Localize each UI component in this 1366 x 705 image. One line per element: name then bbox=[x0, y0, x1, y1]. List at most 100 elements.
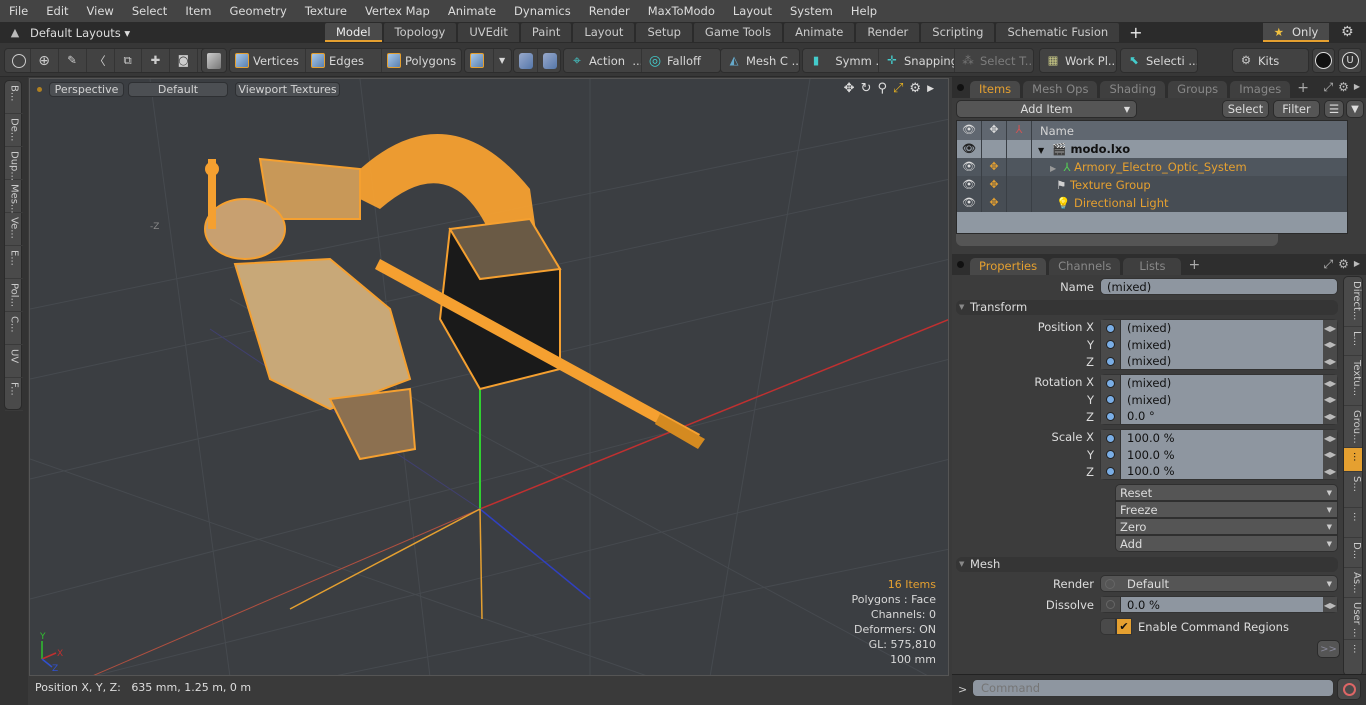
maximize-icon[interactable]: ⤢ bbox=[893, 81, 903, 97]
viewport-more-icon[interactable]: ▶ bbox=[927, 81, 934, 97]
snapping-button[interactable]: ✛ Snapping bbox=[879, 49, 955, 72]
name-column-header[interactable]: Name bbox=[1032, 124, 1074, 138]
tab-uvedit[interactable]: UVEdit bbox=[458, 23, 519, 42]
tab-setup[interactable]: Setup bbox=[636, 23, 692, 42]
item-lock-icon[interactable]: ✥ bbox=[982, 194, 1007, 212]
name-field[interactable]: (mixed) bbox=[1100, 278, 1338, 295]
add-panel-tab[interactable]: + bbox=[1184, 257, 1204, 275]
position-y-field[interactable]: (mixed) ◀▶ bbox=[1100, 336, 1338, 353]
visibility-col-icon[interactable]: 👁 bbox=[957, 121, 982, 140]
tab-properties[interactable]: Properties bbox=[970, 258, 1047, 275]
keyframe-dot-icon[interactable] bbox=[1101, 446, 1121, 463]
only-toggle[interactable]: ★ Only bbox=[1263, 23, 1329, 42]
side-tab-s[interactable]: S... bbox=[1344, 472, 1362, 508]
pan-icon[interactable]: ✥ bbox=[844, 81, 855, 97]
tab-shading[interactable]: Shading bbox=[1100, 81, 1166, 98]
vertices-button[interactable]: Vertices bbox=[230, 49, 306, 72]
render-dropdown[interactable]: Default bbox=[1100, 575, 1338, 592]
left-tab-deform[interactable]: De... bbox=[5, 114, 23, 147]
menu-vertex-map[interactable]: Vertex Map bbox=[356, 0, 439, 22]
menu-geometry[interactable]: Geometry bbox=[221, 0, 296, 22]
slider-arrows-icon[interactable]: ◀▶ bbox=[1323, 430, 1337, 446]
axis-col-icon[interactable]: ⅄ bbox=[1007, 121, 1032, 140]
menu-help[interactable]: Help bbox=[842, 0, 886, 22]
action-center-button[interactable]: ⌖ Action ... bbox=[564, 49, 642, 72]
side-tab-group[interactable]: Grou... bbox=[1344, 406, 1362, 448]
tab-channels[interactable]: Channels bbox=[1049, 258, 1121, 275]
position-x-field[interactable]: (mixed) ◀▶ bbox=[1100, 319, 1338, 336]
local-space-button[interactable] bbox=[538, 49, 561, 72]
expand-icon[interactable]: ⤢ bbox=[1323, 80, 1333, 95]
scale-z-field[interactable]: 100.0 % ◀▶ bbox=[1100, 463, 1338, 480]
add-item-dropdown-icon[interactable]: ▼ bbox=[1124, 101, 1130, 118]
left-tab-duplicate[interactable]: Dup... bbox=[5, 147, 23, 181]
side-tab-more-2[interactable]: ... bbox=[1344, 640, 1362, 670]
side-tab-assembly[interactable]: As... bbox=[1344, 568, 1362, 598]
view-mode-button[interactable]: Perspective bbox=[49, 82, 124, 97]
scale-y-field[interactable]: 100.0 % ◀▶ bbox=[1100, 446, 1338, 463]
menu-texture[interactable]: Texture bbox=[296, 0, 356, 22]
tab-schematic-fusion[interactable]: Schematic Fusion bbox=[996, 23, 1120, 42]
tab-mesh-ops[interactable]: Mesh Ops bbox=[1023, 81, 1098, 98]
add-item-button[interactable]: Add Item ▼ bbox=[956, 100, 1137, 118]
side-tab-texture[interactable]: Textu... bbox=[1344, 356, 1362, 406]
keyframe-dot-icon[interactable] bbox=[1101, 353, 1121, 369]
left-tab-uv[interactable]: UV bbox=[5, 345, 23, 378]
keyframe-dot-icon[interactable] bbox=[1101, 320, 1121, 336]
filter-button[interactable]: Filter bbox=[1273, 100, 1320, 118]
pen-tool[interactable]: ✎ bbox=[59, 49, 87, 72]
tab-animate[interactable]: Animate bbox=[784, 23, 855, 42]
slider-arrows-icon[interactable]: ◀▶ bbox=[1323, 408, 1337, 424]
menu-select[interactable]: Select bbox=[123, 0, 176, 22]
tab-model[interactable]: Model bbox=[325, 23, 382, 42]
more-properties-button[interactable]: >> bbox=[1317, 640, 1340, 658]
tab-images[interactable]: Images bbox=[1230, 81, 1291, 98]
tab-topology[interactable]: Topology bbox=[383, 23, 457, 42]
slider-arrows-icon[interactable]: ◀▶ bbox=[1323, 597, 1337, 612]
kits-button[interactable]: ⚙ Kits bbox=[1233, 49, 1284, 72]
zoom-icon[interactable]: ⚲ bbox=[877, 81, 887, 97]
collapse-up-icon[interactable]: ▲ bbox=[0, 26, 30, 39]
material-mode-button[interactable] bbox=[465, 49, 494, 72]
dissolve-field[interactable]: 0.0 % ◀▶ bbox=[1100, 596, 1338, 613]
visibility-eye-icon[interactable]: 👁 bbox=[957, 194, 982, 212]
symmetry-button[interactable]: ▮ Symm ... bbox=[803, 49, 879, 72]
tab-groups[interactable]: Groups bbox=[1168, 81, 1228, 98]
slider-arrows-icon[interactable]: ◀▶ bbox=[1323, 391, 1337, 408]
zero-dropdown[interactable]: Zero bbox=[1115, 518, 1338, 535]
tab-items[interactable]: Items bbox=[970, 81, 1021, 98]
keyframe-dot-icon[interactable] bbox=[1101, 375, 1121, 391]
visibility-eye-icon[interactable]: 👁 bbox=[957, 158, 982, 176]
panel-arrow-icon[interactable]: ▶ bbox=[1354, 80, 1360, 95]
square-circle-tool[interactable]: ◙ bbox=[170, 49, 199, 72]
side-tab-d[interactable]: D... bbox=[1344, 538, 1362, 568]
unreal-icon[interactable]: U bbox=[1341, 52, 1359, 69]
item-lock-icon[interactable]: ✥ bbox=[982, 176, 1007, 194]
side-tab-directional[interactable]: Direct... bbox=[1344, 277, 1362, 327]
panel-gear-icon[interactable]: ⚙ bbox=[1338, 257, 1349, 272]
keyframe-dot-icon[interactable] bbox=[1101, 597, 1121, 612]
rotate-icon[interactable]: ↻ bbox=[861, 81, 872, 97]
transform-section[interactable]: Transform bbox=[956, 300, 1338, 315]
menu-animate[interactable]: Animate bbox=[439, 0, 505, 22]
expand-icon[interactable]: ⤢ bbox=[1323, 257, 1333, 272]
menu-dynamics[interactable]: Dynamics bbox=[505, 0, 580, 22]
viewport-menu-dot[interactable] bbox=[37, 87, 42, 92]
bridge-tool[interactable]: ⧉ bbox=[115, 49, 143, 72]
add-tab-button[interactable]: + bbox=[1121, 23, 1150, 42]
layout-select[interactable]: Default Layouts ▾ bbox=[30, 26, 325, 40]
slider-arrows-icon[interactable]: ◀▶ bbox=[1323, 353, 1337, 369]
left-tab-curve[interactable]: C... bbox=[5, 312, 23, 345]
left-tab-fusion[interactable]: F... bbox=[5, 378, 23, 411]
expand-arrow-icon[interactable]: ▼ bbox=[1038, 146, 1044, 155]
falloff-button[interactable]: ◎ Falloff bbox=[642, 49, 720, 72]
viewport-settings-icon[interactable]: ⚙ bbox=[909, 81, 921, 97]
menu-system[interactable]: System bbox=[781, 0, 842, 22]
panel-menu-dot[interactable] bbox=[957, 84, 964, 91]
panel-arrow-icon[interactable]: ▶ bbox=[1354, 257, 1360, 272]
lock-col-icon[interactable]: ✥ bbox=[982, 121, 1007, 140]
visibility-eye-icon[interactable]: 👁 bbox=[957, 140, 982, 158]
item-mode-button[interactable] bbox=[202, 49, 226, 72]
add-dropdown[interactable]: Add bbox=[1115, 535, 1338, 552]
world-space-button[interactable] bbox=[514, 49, 538, 72]
